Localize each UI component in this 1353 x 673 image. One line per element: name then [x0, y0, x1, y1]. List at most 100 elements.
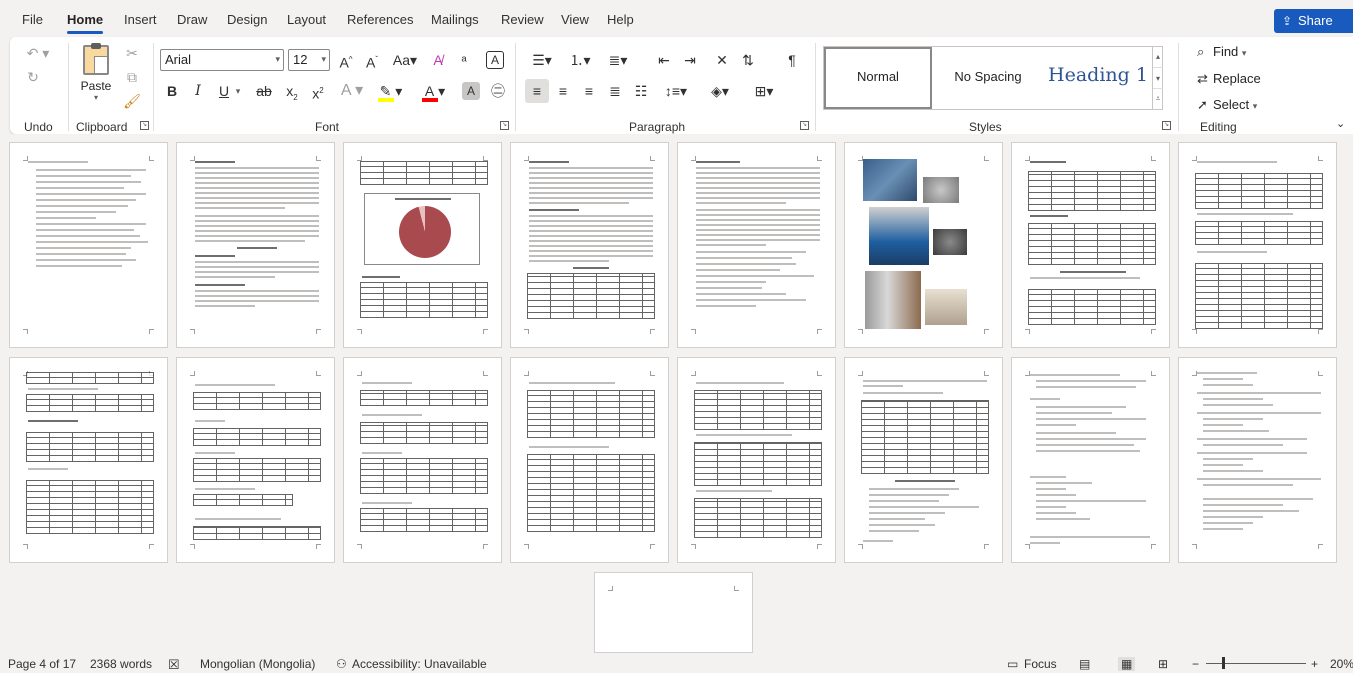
read-mode-icon[interactable]: ▤	[1079, 657, 1090, 671]
chevron-down-icon[interactable]: ▾	[232, 79, 244, 103]
align-center-icon[interactable]: ≡	[551, 79, 575, 103]
line-spacing-icon[interactable]: ↕≡▾	[659, 79, 693, 103]
highlight-color-icon[interactable]: ✎ ▾	[374, 79, 408, 103]
undo-icon[interactable]: ↶ ▾	[21, 41, 55, 65]
change-case-icon[interactable]: Aa▾	[388, 48, 422, 72]
grow-font-icon[interactable]: A^	[334, 48, 358, 72]
style-no-spacing[interactable]: No Spacing	[934, 47, 1042, 109]
redo-icon[interactable]: ↻	[21, 65, 45, 89]
numbering-icon[interactable]: ⒈▾	[563, 48, 597, 72]
multilevel-list-icon[interactable]: ≣▾	[601, 48, 635, 72]
sort-icon[interactable]: ⇅	[736, 48, 760, 72]
page-count[interactable]: Page 4 of 17	[8, 657, 76, 671]
print-layout-icon[interactable]: ▦	[1118, 657, 1136, 671]
tab-draw[interactable]: Draw	[177, 12, 207, 27]
zoom-slider[interactable]	[1206, 663, 1306, 664]
page-thumbnail[interactable]	[677, 357, 836, 563]
tab-review[interactable]: Review	[501, 12, 544, 27]
style-normal[interactable]: Normal	[824, 47, 932, 109]
zoom-level[interactable]: 20%	[1330, 657, 1353, 671]
collapse-ribbon-icon[interactable]: ⌄	[1336, 117, 1345, 130]
tab-insert[interactable]: Insert	[124, 12, 157, 27]
page-thumbnail[interactable]	[1011, 357, 1170, 563]
font-size-combo[interactable]: 12 ▾	[288, 49, 330, 71]
enclose-characters-icon[interactable]: A	[486, 51, 504, 69]
page-thumbnail[interactable]	[9, 357, 168, 563]
format-painter-icon[interactable]: 🖌	[120, 89, 144, 113]
page-thumbnail[interactable]	[510, 142, 669, 348]
superscript-icon[interactable]: x2	[306, 79, 330, 103]
align-left-icon[interactable]: ≡	[525, 79, 549, 103]
word-count[interactable]: 2368 words	[90, 657, 152, 671]
page-thumbnail[interactable]	[594, 572, 753, 653]
page-thumbnail[interactable]	[343, 357, 502, 563]
decrease-indent-icon[interactable]: ⇤	[652, 48, 676, 72]
increase-indent-icon[interactable]: ⇥	[678, 48, 702, 72]
share-button[interactable]: ⇪ Share	[1274, 9, 1353, 33]
paste-dropdown-icon[interactable]: ▾	[77, 93, 115, 102]
page-thumbnail[interactable]	[844, 357, 1003, 563]
page-thumbnail[interactable]	[1178, 357, 1337, 563]
page-thumbnail[interactable]	[176, 142, 335, 348]
find-button[interactable]: ⌕ Find ▾	[1197, 44, 1246, 60]
scroll-down-icon[interactable]: ▾	[1153, 67, 1163, 88]
italic-icon[interactable]: I	[186, 79, 210, 103]
chinese-layout-icon[interactable]: ✕	[710, 48, 734, 72]
text-effects-icon[interactable]: A ▾	[336, 79, 368, 103]
shrink-font-icon[interactable]: Aˇ	[360, 48, 384, 72]
proofing-icon[interactable]: ☒	[168, 657, 180, 673]
subscript-icon[interactable]: x2	[280, 79, 304, 103]
tab-help[interactable]: Help	[607, 12, 634, 27]
font-color-icon[interactable]: A ▾	[418, 79, 452, 103]
document-canvas[interactable]	[0, 134, 1353, 653]
page-thumbnail[interactable]	[510, 357, 669, 563]
justify-icon[interactable]: ≣	[603, 79, 627, 103]
page-thumbnail[interactable]	[1011, 142, 1170, 348]
align-right-icon[interactable]: ≡	[577, 79, 601, 103]
web-layout-icon[interactable]: ⊞	[1158, 657, 1168, 671]
tab-mailings[interactable]: Mailings	[431, 12, 479, 27]
show-formatting-icon[interactable]: ¶	[780, 48, 804, 72]
select-button[interactable]: ➚ Select ▾	[1197, 97, 1257, 113]
language[interactable]: Mongolian (Mongolia)	[200, 657, 315, 671]
borders-icon[interactable]: ⊞▾	[747, 79, 781, 103]
page-thumbnail[interactable]	[844, 142, 1003, 348]
clipboard-launcher-icon[interactable]: ↘	[140, 121, 149, 130]
cut-icon[interactable]: ✂	[120, 41, 144, 65]
tab-design[interactable]: Design	[227, 12, 267, 27]
page-thumbnail[interactable]	[343, 142, 502, 348]
page-thumbnail[interactable]	[1178, 142, 1337, 348]
page-thumbnail[interactable]	[9, 142, 168, 348]
tab-view[interactable]: View	[561, 12, 589, 27]
font-name-combo[interactable]: Arial ▾	[160, 49, 284, 71]
copy-icon[interactable]: ⧉	[120, 65, 144, 89]
zoom-in-icon[interactable]: +	[1311, 657, 1318, 671]
phonetic-guide-icon[interactable]: ᵃ	[452, 48, 476, 72]
distributed-icon[interactable]: ☷	[629, 79, 653, 103]
strikethrough-icon[interactable]: ab	[252, 79, 276, 103]
tab-file[interactable]: File	[22, 12, 43, 27]
bullets-icon[interactable]: ☰▾	[525, 48, 559, 72]
focus-mode[interactable]: Focus	[1024, 657, 1057, 671]
zoom-out-icon[interactable]: −	[1192, 657, 1199, 671]
font-launcher-icon[interactable]: ↘	[500, 121, 509, 130]
tab-home[interactable]: Home	[67, 12, 104, 34]
zoom-slider-thumb[interactable]	[1222, 657, 1225, 669]
page-thumbnail[interactable]	[677, 142, 836, 348]
paste-button[interactable]: Paste ▾	[77, 43, 115, 105]
page-thumbnail[interactable]	[176, 357, 335, 563]
character-shading-icon[interactable]: A	[462, 82, 480, 100]
shading-icon[interactable]: ◈▾	[703, 79, 737, 103]
styles-launcher-icon[interactable]: ↘	[1162, 121, 1171, 130]
style-heading-1[interactable]: Heading 1	[1044, 47, 1152, 109]
styles-scrollbar[interactable]: ▴ ▾ ⩡	[1152, 46, 1163, 110]
tab-layout[interactable]: Layout	[287, 12, 326, 27]
replace-button[interactable]: ⇄ Replace	[1197, 71, 1261, 87]
tab-references[interactable]: References	[347, 12, 413, 27]
clear-formatting-icon[interactable]: A̸	[426, 48, 450, 72]
accessibility-status[interactable]: Accessibility: Unavailable	[352, 657, 487, 671]
scroll-up-icon[interactable]: ▴	[1153, 46, 1163, 67]
bold-icon[interactable]: B	[160, 79, 184, 103]
styles-more-icon[interactable]: ⩡	[1153, 88, 1163, 108]
paragraph-launcher-icon[interactable]: ↘	[800, 121, 809, 130]
